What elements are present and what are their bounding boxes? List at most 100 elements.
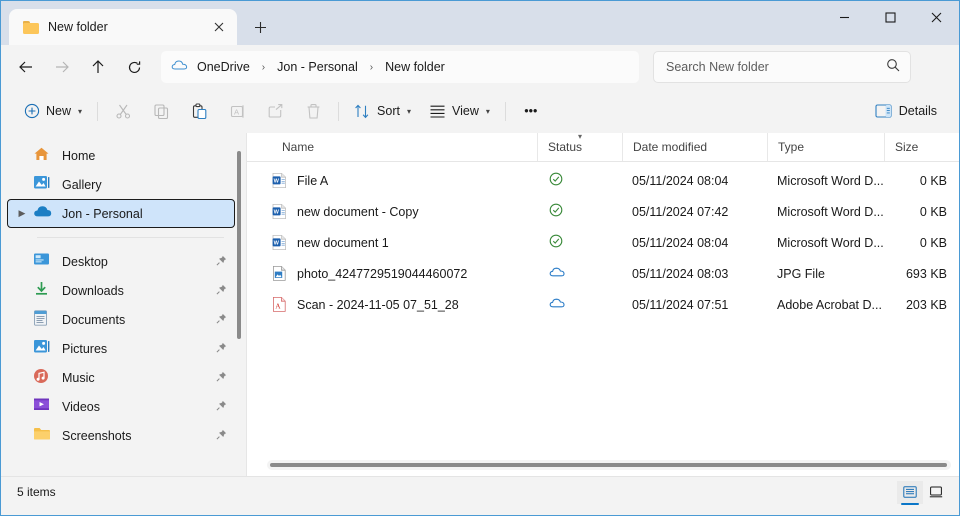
rename-button[interactable]: A [218, 95, 256, 127]
cell-size: 693 KB [884, 267, 959, 281]
details-pane-button[interactable]: Details [865, 95, 947, 127]
paste-button[interactable] [180, 95, 218, 127]
share-icon [267, 103, 284, 120]
new-tab-button[interactable] [243, 10, 277, 44]
item-count-label: 5 items [17, 485, 56, 499]
tab-new-folder[interactable]: New folder [9, 9, 237, 45]
lines-icon [429, 104, 446, 118]
scissors-icon [115, 103, 132, 120]
column-header-date-modified[interactable]: Date modified [622, 133, 767, 161]
breadcrumb-item-onedrive[interactable]: OneDrive [190, 57, 257, 77]
search-icon[interactable] [886, 58, 900, 77]
details-view-button[interactable] [897, 481, 923, 504]
cell-status [537, 266, 622, 281]
scrollbar-thumb[interactable] [237, 151, 241, 339]
divider [505, 102, 506, 121]
column-label: Name [282, 140, 314, 154]
forward-button[interactable] [45, 51, 79, 83]
tab-title: New folder [48, 20, 198, 34]
maximize-button[interactable] [867, 1, 913, 33]
search-box[interactable] [653, 51, 911, 83]
column-header-name[interactable]: Name [272, 133, 537, 161]
more-options-button[interactable]: ••• [512, 95, 550, 127]
sidebar-item-pictures[interactable]: Pictures [7, 334, 235, 363]
status-bar: 5 items [1, 476, 959, 507]
sidebar-item-desktop[interactable]: Desktop [7, 247, 235, 276]
sidebar-item-videos[interactable]: Videos [7, 392, 235, 421]
column-header-type[interactable]: Type [767, 133, 884, 161]
sidebar-item-music[interactable]: Music [7, 363, 235, 392]
cell-status [537, 172, 622, 189]
breadcrumb-item-new-folder[interactable]: New folder [378, 57, 452, 77]
pin-icon[interactable] [216, 429, 227, 443]
word-doc-icon: W [272, 172, 288, 190]
sidebar-item-documents[interactable]: Documents [7, 305, 235, 334]
paste-icon [191, 103, 208, 120]
column-headers: Name ▾ Status Date modified Type Size [247, 133, 959, 162]
sort-button[interactable]: Sort ▾ [345, 95, 420, 127]
onedrive-icon [33, 204, 55, 224]
divider [37, 237, 224, 238]
file-name: photo_4247729519044460072 [297, 267, 467, 281]
breadcrumb[interactable]: OneDrive › Jon - Personal › New folder [161, 51, 639, 83]
pin-icon[interactable] [216, 342, 227, 356]
close-icon[interactable] [207, 15, 231, 39]
new-button-label: New [46, 104, 71, 118]
large-icons-view-button[interactable] [923, 481, 949, 504]
breadcrumb-item-jon-personal[interactable]: Jon - Personal [270, 57, 365, 77]
back-button[interactable] [9, 51, 43, 83]
table-row[interactable]: W new document - Copy 05/11/2024 07:42 M… [247, 196, 959, 227]
chevron-down-icon[interactable]: ▾ [78, 107, 82, 116]
large-icons-view-icon [929, 486, 943, 498]
details-pane-label: Details [899, 104, 937, 118]
share-button[interactable] [256, 95, 294, 127]
column-header-status[interactable]: ▾ Status [537, 133, 622, 161]
new-button[interactable]: New ▾ [15, 95, 91, 127]
minimize-button[interactable] [821, 1, 867, 33]
file-name: new document - Copy [297, 205, 419, 219]
delete-button[interactable] [294, 95, 332, 127]
refresh-button[interactable] [117, 51, 151, 83]
sidebar-item-downloads[interactable]: Downloads [7, 276, 235, 305]
divider [338, 102, 339, 121]
pin-icon[interactable] [216, 400, 227, 414]
cell-type: JPG File [767, 267, 884, 281]
navigation-pane-scrollbar[interactable] [236, 143, 242, 476]
column-header-size[interactable]: Size [884, 133, 959, 161]
cell-date-modified: 05/11/2024 08:04 [622, 236, 767, 250]
cell-status [537, 234, 622, 251]
cloud-icon [171, 58, 188, 76]
chevron-down-icon[interactable]: ▾ [486, 107, 490, 116]
copy-button[interactable] [142, 95, 180, 127]
column-label: Size [895, 140, 918, 154]
table-row[interactable]: W File A 05/11/2024 08:04 Microsoft Word… [247, 165, 959, 196]
pin-icon[interactable] [216, 313, 227, 327]
view-button[interactable]: View ▾ [420, 95, 499, 127]
tab-strip: New folder [1, 1, 277, 45]
sidebar-item-jon-personal[interactable]: ▶ Jon - Personal [7, 199, 235, 228]
pin-icon[interactable] [216, 255, 227, 269]
search-input[interactable] [666, 60, 886, 74]
chevron-down-icon[interactable]: ▾ [407, 107, 411, 116]
cell-name: W File A [272, 172, 537, 190]
table-row[interactable]: W new document 1 05/11/2024 08:04 Micros… [247, 227, 959, 258]
breadcrumb-separator: › [259, 62, 268, 73]
table-row[interactable]: A Scan - 2024-11-05 07_51_28 05/11/2024 … [247, 289, 959, 320]
cell-size: 0 KB [884, 174, 959, 188]
close-button[interactable] [913, 1, 959, 33]
cell-status [537, 297, 622, 312]
pin-icon[interactable] [216, 371, 227, 385]
pin-icon[interactable] [216, 284, 227, 298]
sort-ascending-icon: ▾ [578, 132, 582, 141]
sidebar-item-gallery[interactable]: Gallery [7, 170, 235, 199]
up-button[interactable] [81, 51, 115, 83]
table-row[interactable]: photo_4247729519044460072 05/11/2024 08:… [247, 258, 959, 289]
chevron-right-icon[interactable]: ▶ [11, 208, 33, 219]
view-toggle-group [897, 481, 949, 504]
sidebar-item-home[interactable]: Home [7, 141, 235, 170]
horizontal-scrollbar[interactable] [267, 460, 951, 470]
file-name: File A [297, 174, 328, 188]
cut-button[interactable] [104, 95, 142, 127]
scrollbar-thumb[interactable] [270, 463, 947, 467]
sidebar-item-screenshots[interactable]: Screenshots [7, 421, 235, 450]
